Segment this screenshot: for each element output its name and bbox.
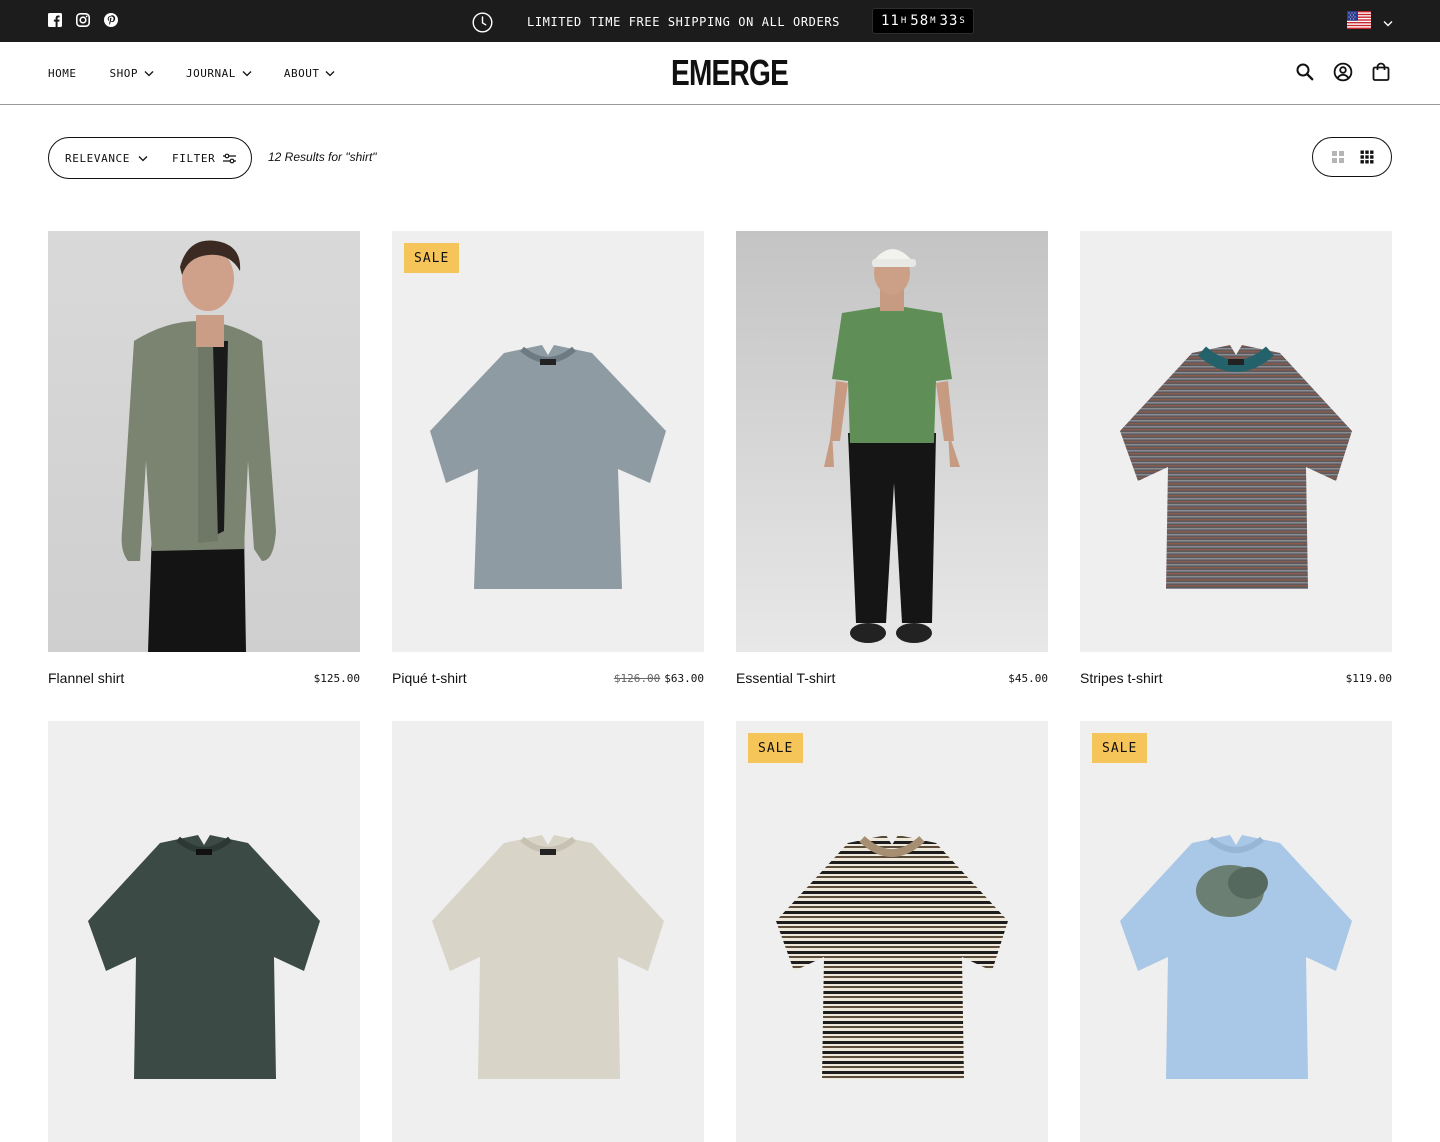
product-card[interactable]: Essential T-shirt $45.00 xyxy=(736,231,1048,692)
product-image[interactable]: SALE xyxy=(1080,721,1392,1142)
social-links xyxy=(48,13,118,27)
header-actions xyxy=(1295,62,1391,82)
account-icon[interactable] xyxy=(1333,62,1353,82)
main-nav: HOME SHOP JOURNAL ABOUT xyxy=(48,67,335,80)
sort-dropdown[interactable]: RELEVANCE xyxy=(65,152,148,165)
search-icon[interactable] xyxy=(1295,62,1315,82)
product-price-current: $125.00 xyxy=(313,672,360,685)
nav-item-label: JOURNAL xyxy=(186,67,236,80)
product-price: $126.00 $63.00 xyxy=(614,672,704,685)
countdown-hours-unit: H xyxy=(900,16,907,26)
product-image[interactable]: SALE xyxy=(392,231,704,652)
chevron-down-icon xyxy=(326,71,335,77)
countdown-minutes-unit: M xyxy=(930,16,936,26)
announcement-center: LIMITED TIME FREE SHIPPING ON ALL ORDERS… xyxy=(472,8,974,34)
locale-selector[interactable] xyxy=(1347,11,1393,34)
chevron-down-icon xyxy=(242,71,252,77)
announcement-bar: LIMITED TIME FREE SHIPPING ON ALL ORDERS… xyxy=(0,0,1440,42)
instagram-icon[interactable] xyxy=(76,13,90,27)
nav-item-journal[interactable]: JOURNAL xyxy=(186,67,252,80)
countdown-seconds-unit: S xyxy=(959,16,965,26)
pinterest-icon[interactable] xyxy=(104,13,118,27)
product-card[interactable]: SALE xyxy=(1080,721,1392,1142)
nav-item-shop[interactable]: SHOP xyxy=(110,67,155,80)
product-image[interactable] xyxy=(1080,231,1392,652)
grid-four-column-icon[interactable] xyxy=(1360,150,1374,164)
nav-item-label: ABOUT xyxy=(283,67,320,80)
product-image[interactable] xyxy=(48,231,360,652)
nav-item-label: HOME xyxy=(48,67,77,80)
sale-badge: SALE xyxy=(404,243,460,273)
chevron-down-icon xyxy=(138,155,148,161)
product-image[interactable] xyxy=(392,721,704,1142)
product-price-current: $119.00 xyxy=(1345,672,1392,685)
countdown-minutes: 58 xyxy=(910,13,930,29)
sort-filter-bar: RELEVANCE FILTER xyxy=(48,137,252,179)
product-image[interactable]: SALE xyxy=(736,721,1048,1142)
us-flag-icon xyxy=(1347,11,1371,34)
site-logo[interactable]: EMERGE xyxy=(671,55,789,91)
nav-item-home[interactable]: HOME xyxy=(48,67,77,80)
chevron-down-icon xyxy=(1383,14,1393,32)
product-price: $45.00 xyxy=(1008,672,1048,685)
clock-icon xyxy=(472,11,493,33)
product-card[interactable]: Stripes t-shirt $119.00 xyxy=(1080,231,1392,692)
product-meta: Essential T-shirt $45.00 xyxy=(736,652,1048,692)
grid-view-toggle xyxy=(1312,137,1392,177)
product-price: $125.00 xyxy=(314,672,360,685)
countdown-timer: 11 H 58 M 33 S xyxy=(871,8,974,34)
facebook-icon[interactable] xyxy=(48,13,62,27)
product-price-current: $45.00 xyxy=(1008,672,1048,685)
sliders-icon xyxy=(223,153,237,163)
product-price-current: $63.00 xyxy=(664,672,704,685)
product-name[interactable]: Flannel shirt xyxy=(48,670,124,686)
product-card[interactable]: SALE xyxy=(736,721,1048,1142)
product-price: $119.00 xyxy=(1346,672,1392,685)
product-card[interactable]: Flannel shirt $125.00 xyxy=(48,231,360,692)
site-header: HOME SHOP JOURNAL ABOUT EMERGE xyxy=(0,42,1440,105)
countdown-seconds: 33 xyxy=(939,13,959,29)
sort-label: RELEVANCE xyxy=(65,151,131,165)
product-image[interactable] xyxy=(736,231,1048,652)
nav-item-about[interactable]: ABOUT xyxy=(284,67,336,80)
chevron-down-icon xyxy=(144,71,154,77)
filter-button[interactable]: FILTER xyxy=(172,151,237,165)
announcement-text: LIMITED TIME FREE SHIPPING ON ALL ORDERS xyxy=(527,14,840,29)
product-meta: Flannel shirt $125.00 xyxy=(48,652,360,692)
product-name[interactable]: Piqué t-shirt xyxy=(392,670,467,686)
nav-item-label: SHOP xyxy=(109,67,138,80)
product-name[interactable]: Stripes t-shirt xyxy=(1080,670,1162,686)
results-count: 12 Results for "shirt" xyxy=(268,150,377,164)
product-image[interactable] xyxy=(48,721,360,1142)
filter-label: FILTER xyxy=(172,151,216,165)
product-meta: Stripes t-shirt $119.00 xyxy=(1080,652,1392,692)
sale-badge: SALE xyxy=(1092,733,1148,763)
product-card[interactable]: SALE Piqué t-shirt $126.00 $63.00 xyxy=(392,231,704,692)
product-name[interactable]: Essential T-shirt xyxy=(736,670,835,686)
countdown-hours: 11 xyxy=(880,13,900,29)
product-price-original: $126.00 xyxy=(613,672,661,685)
cart-icon[interactable] xyxy=(1371,62,1391,82)
product-card[interactable] xyxy=(392,721,704,1142)
grid-two-column-icon[interactable] xyxy=(1331,150,1345,164)
product-card[interactable] xyxy=(48,721,360,1142)
sale-badge: SALE xyxy=(748,733,804,763)
product-meta: Piqué t-shirt $126.00 $63.00 xyxy=(392,652,704,692)
